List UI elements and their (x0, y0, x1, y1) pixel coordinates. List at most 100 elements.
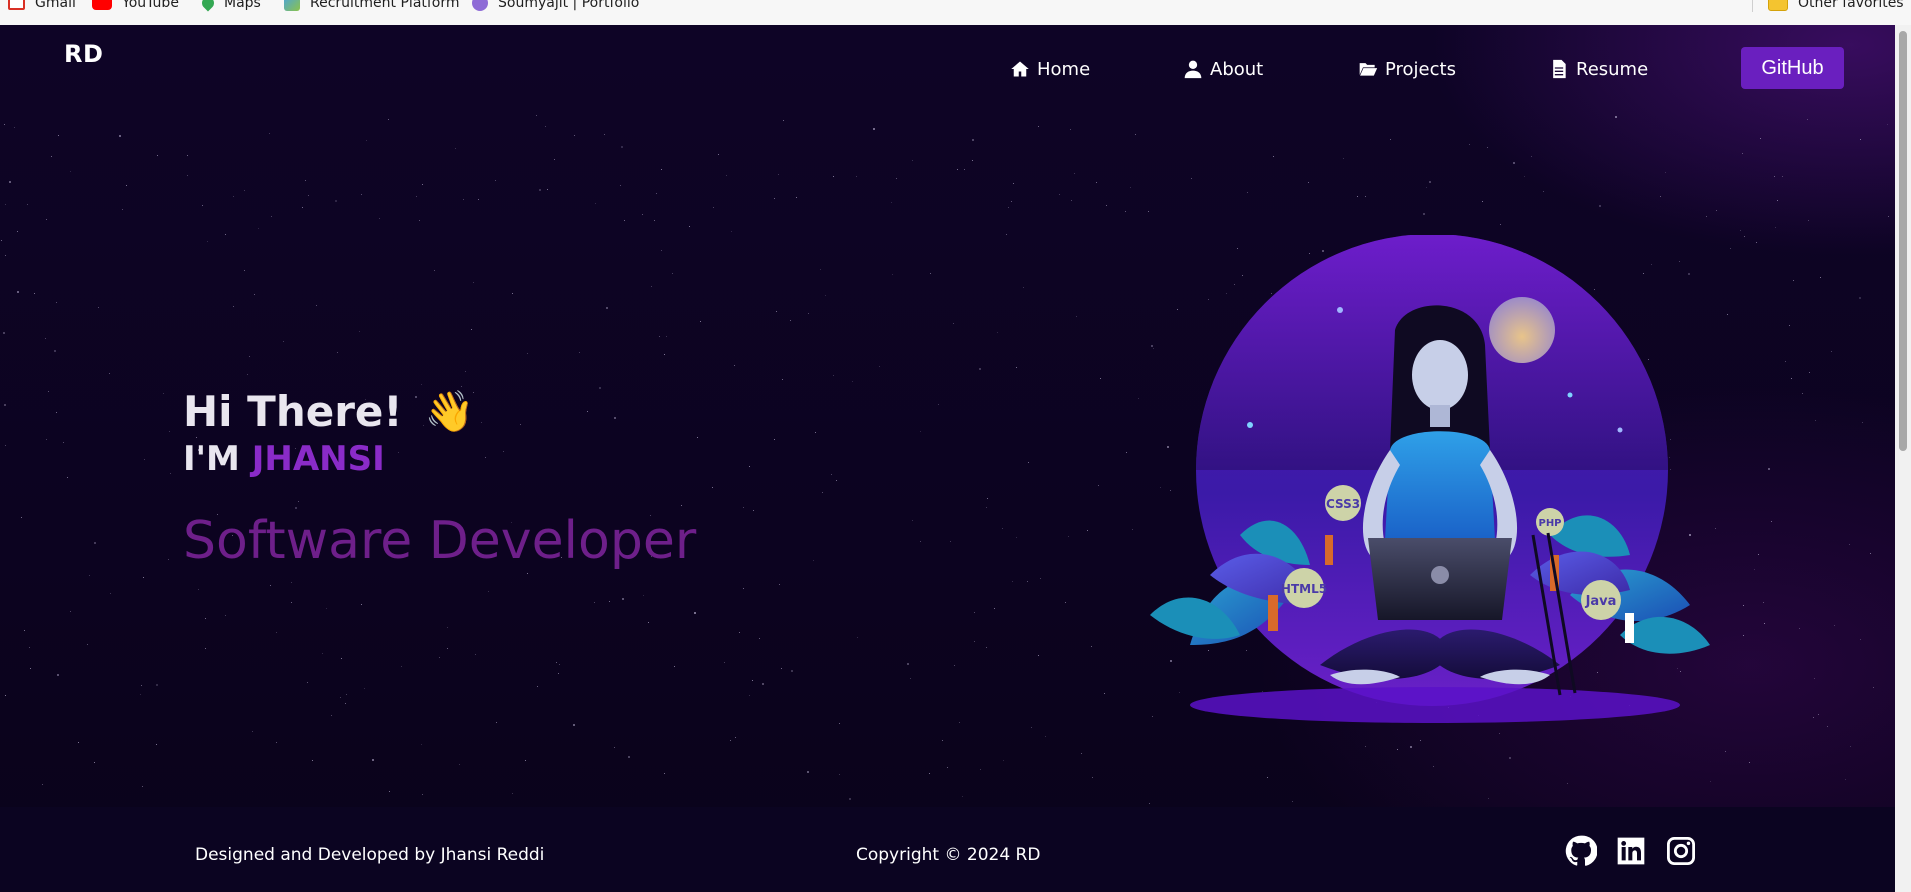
bookmark-youtube[interactable]: YouTube (92, 0, 179, 13)
nav-home[interactable]: Home (1010, 55, 1090, 83)
star (1365, 196, 1366, 197)
star (938, 404, 939, 405)
star (205, 618, 206, 619)
star (169, 431, 170, 432)
star (1008, 207, 1009, 208)
star (5, 695, 6, 696)
star (156, 684, 158, 686)
bookmark-label: Soumyajit | Portfolio (498, 0, 639, 11)
bookmark-label: YouTube (122, 0, 179, 11)
bookmark-gmail[interactable]: Gmail (8, 0, 76, 13)
star (1125, 211, 1126, 212)
star (1038, 655, 1039, 656)
hero-role: Software Developer (183, 511, 696, 571)
star (5, 445, 6, 446)
hero-name: I'M JHANSI (183, 439, 385, 479)
star (1859, 297, 1861, 299)
star (3, 332, 5, 334)
star (664, 773, 665, 774)
nav-projects-label: Projects (1385, 59, 1456, 80)
star (986, 507, 987, 508)
star (762, 683, 764, 685)
star (930, 273, 931, 274)
folder-open-icon (1358, 59, 1378, 79)
star (1754, 569, 1755, 570)
star (54, 350, 56, 352)
nav-resume[interactable]: Resume (1549, 55, 1648, 83)
star (712, 487, 713, 488)
star (731, 231, 732, 232)
star (1006, 234, 1007, 235)
star (459, 764, 460, 765)
star (337, 352, 338, 353)
star (258, 228, 259, 229)
star (1743, 605, 1744, 606)
star (465, 371, 466, 372)
star (1524, 176, 1525, 177)
star (496, 722, 497, 723)
github-link[interactable] (1565, 835, 1597, 867)
star (574, 135, 575, 136)
instagram-icon (1665, 835, 1697, 867)
star (187, 155, 188, 156)
star (920, 431, 921, 432)
star (1775, 227, 1776, 228)
star (1096, 182, 1097, 183)
star (302, 207, 303, 208)
star (419, 220, 420, 221)
site-logo[interactable]: RD (64, 40, 103, 68)
linkedin-link[interactable] (1615, 835, 1647, 867)
star (912, 160, 913, 161)
star (1059, 194, 1060, 195)
star (1068, 536, 1069, 537)
star (1081, 753, 1082, 754)
star (1725, 751, 1726, 752)
star (1087, 530, 1088, 531)
star (1011, 201, 1012, 202)
nav-about[interactable]: About (1183, 55, 1263, 83)
folder-icon (1768, 0, 1788, 11)
star (779, 584, 780, 585)
star (1710, 781, 1711, 782)
star (836, 480, 837, 481)
bookmark-other-favorites[interactable]: Other favorites (1768, 0, 1904, 13)
instagram-link[interactable] (1665, 835, 1697, 867)
star (207, 241, 208, 242)
star (547, 189, 548, 190)
star (942, 740, 943, 741)
star (1743, 635, 1744, 636)
scrollbar-thumb[interactable] (1899, 31, 1907, 451)
star (24, 630, 25, 631)
star (856, 176, 857, 177)
star (539, 189, 541, 191)
star (545, 126, 546, 127)
star (341, 658, 342, 659)
star (87, 644, 88, 645)
star (1742, 153, 1743, 154)
star (621, 146, 623, 148)
star (778, 174, 779, 175)
star (276, 632, 277, 633)
github-button[interactable]: GitHub (1741, 47, 1844, 89)
star (953, 323, 954, 324)
star (752, 680, 753, 681)
star (447, 648, 448, 649)
star (478, 199, 479, 200)
nav-projects[interactable]: Projects (1358, 55, 1456, 83)
bookmarks-divider (1752, 0, 1753, 12)
star (94, 762, 95, 763)
bookmark-portfolio[interactable]: Soumyajit | Portfolio (472, 0, 639, 13)
greeting-text: Hi There! (183, 387, 403, 436)
star (58, 135, 59, 136)
star (1027, 581, 1028, 582)
bookmark-recruitment[interactable]: Recruitment Platform (284, 0, 460, 13)
bookmark-maps[interactable]: Maps (202, 0, 261, 13)
star (512, 793, 513, 794)
star (1543, 191, 1544, 192)
star (326, 608, 327, 609)
star (276, 742, 277, 743)
star (1777, 200, 1778, 201)
star (1785, 361, 1786, 362)
page-scrollbar[interactable] (1895, 25, 1911, 892)
star (573, 724, 575, 726)
